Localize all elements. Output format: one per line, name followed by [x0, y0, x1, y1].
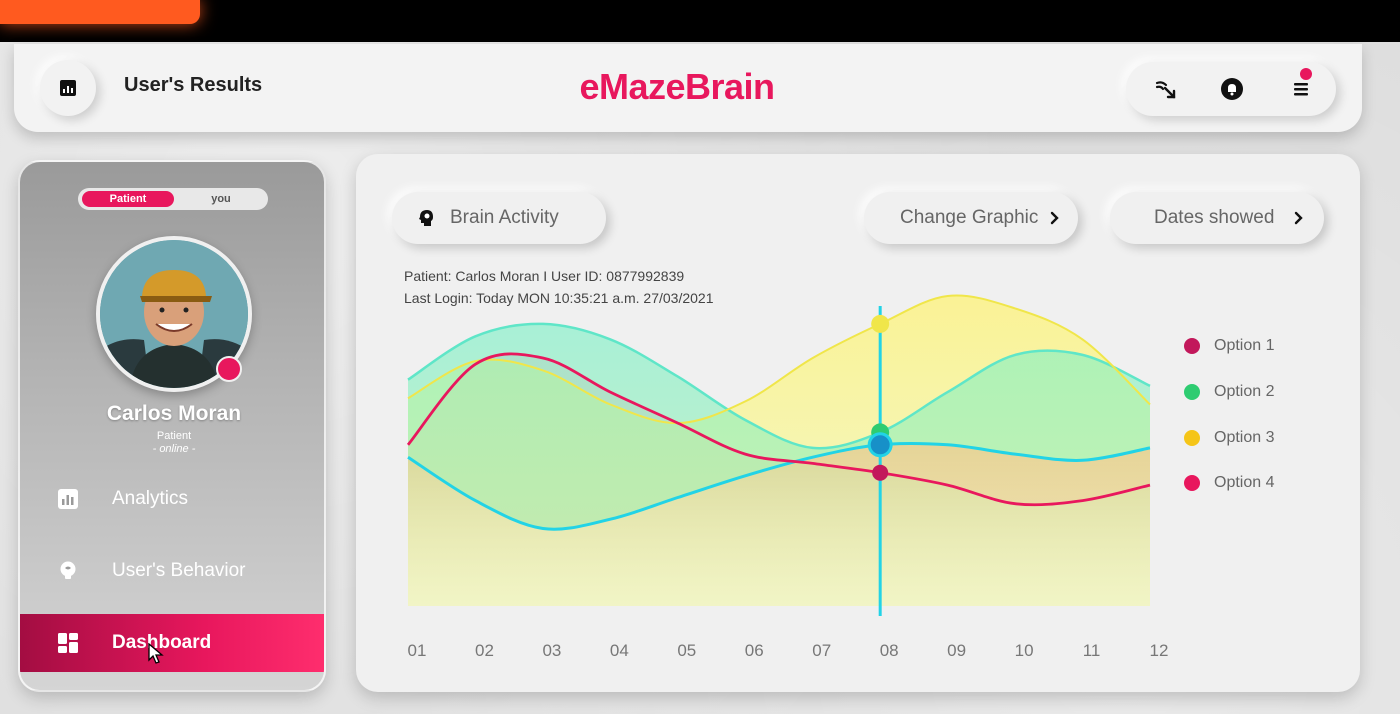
bell-icon[interactable] [1220, 77, 1244, 101]
profile-status: - online - [152, 443, 196, 455]
legend-item-option-3: Option 3 [1184, 429, 1274, 447]
view-toggle[interactable]: Patient you [78, 188, 268, 210]
x-tick-label: 12 [1150, 641, 1169, 660]
menu-icon[interactable] [1290, 77, 1314, 101]
x-tick-label: 03 [542, 641, 561, 660]
legend-label: Option 4 [1214, 474, 1275, 491]
notification-dot [1300, 68, 1312, 80]
data-point-option-1[interactable] [872, 464, 889, 481]
x-tick-label: 07 [812, 641, 831, 660]
legend-swatch [1184, 338, 1200, 354]
legend-item-option-2: Option 2 [1184, 383, 1274, 401]
mouse-cursor-icon [148, 643, 164, 664]
legend-item-option-4: Option 4 [1184, 474, 1274, 492]
main-panel: Brain Activity Change Graphic Dates show… [356, 154, 1360, 692]
sidebar-item-label: User's Behavior [112, 560, 246, 581]
legend-label: Option 2 [1214, 383, 1275, 400]
x-tick-label: 01 [408, 641, 427, 660]
signal-icon[interactable] [1154, 77, 1178, 101]
profile-role: Patient [156, 430, 192, 442]
brand-logo: eMazeBrain [579, 66, 775, 107]
x-tick-label: 06 [745, 641, 764, 660]
orange-tab-indicator [0, 0, 200, 24]
x-tick-label: 08 [880, 641, 899, 660]
toggle-you[interactable]: you [178, 191, 264, 207]
dashboard-icon [56, 631, 80, 655]
bar-chart-icon [56, 487, 80, 511]
results-icon-button[interactable] [40, 60, 96, 116]
sidebar-item-dashboard[interactable]: Dashboard [20, 614, 324, 672]
sidebar-item-analytics[interactable]: Analytics [20, 470, 324, 528]
window-top-bar [0, 0, 1400, 42]
legend-label: Option 3 [1214, 429, 1275, 446]
legend-item-option-1: Option 1 [1184, 337, 1274, 355]
x-tick-label: 11 [1083, 641, 1101, 660]
data-point-option-3[interactable] [871, 314, 890, 333]
results-chart-icon [60, 80, 76, 96]
legend-swatch [1184, 430, 1200, 446]
app-header: User's Results eMazeBrain [14, 44, 1362, 132]
x-tick-label: 05 [677, 641, 696, 660]
x-tick-label: 04 [610, 641, 629, 660]
x-tick-label: 10 [1015, 641, 1034, 660]
sidebar-item-users-behavior[interactable]: User's Behavior [20, 542, 324, 600]
profile-name: Carlos Moran [106, 402, 242, 425]
legend-swatch [1184, 384, 1200, 400]
x-tick-label: 09 [947, 641, 966, 660]
data-point-option-4[interactable] [867, 432, 893, 458]
toggle-patient[interactable]: Patient [82, 191, 174, 207]
brain-bulb-icon [56, 559, 80, 583]
page-title: User's Results [124, 74, 263, 96]
legend-swatch [1184, 475, 1200, 491]
legend-label: Option 1 [1214, 337, 1275, 354]
online-status-dot [216, 356, 242, 382]
x-tick-label: 02 [475, 641, 494, 660]
brain-activity-chart: 01 02 03 04 05 06 07 08 09 10 11 12 [406, 294, 1169, 660]
sidebar: Patient you Carlos Moran Patient - onlin… [18, 160, 326, 692]
sidebar-item-label: Analytics [112, 488, 189, 509]
